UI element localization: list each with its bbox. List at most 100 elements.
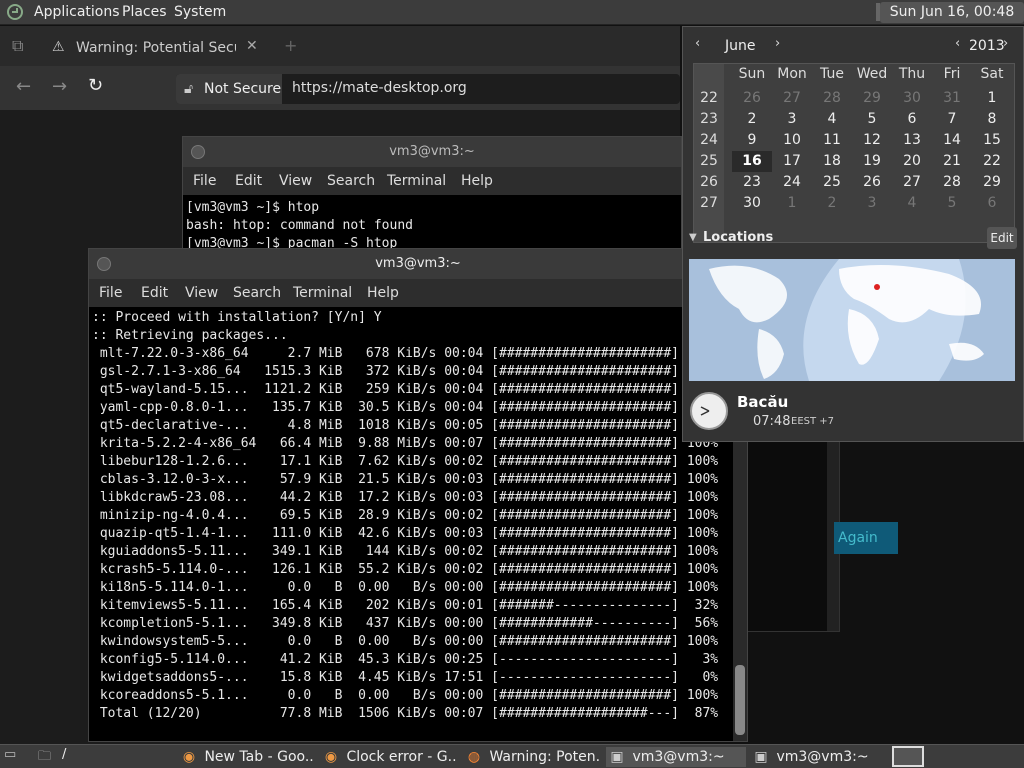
calendar-day[interactable]: 2: [812, 193, 852, 214]
menu-search[interactable]: Search: [233, 285, 281, 301]
calendar-day[interactable]: 30: [732, 193, 772, 214]
edit-locations-button[interactable]: Edit: [987, 227, 1017, 249]
workspace-switcher[interactable]: [892, 746, 924, 767]
city-name: Bacău: [737, 393, 789, 411]
mate-logo-icon[interactable]: [6, 3, 26, 21]
taskbar-item[interactable]: ◉ New Tab - Goo...: [178, 747, 314, 767]
menu-view[interactable]: View: [279, 173, 312, 189]
window-menu-icon[interactable]: [191, 145, 205, 159]
calendar-day[interactable]: 20: [892, 151, 932, 172]
calendar-day[interactable]: 8: [972, 109, 1012, 130]
calendar-day[interactable]: 18: [812, 151, 852, 172]
tab-list-icon[interactable]: ⧉: [12, 36, 23, 56]
folder-icon[interactable]: 🗀︎: [38, 747, 51, 768]
menu-help[interactable]: Help: [461, 173, 493, 189]
taskbar-item[interactable]: ◍ Warning: Poten...: [463, 747, 599, 767]
calendar-day[interactable]: 2: [732, 109, 772, 130]
clock-applet[interactable]: Sun Jun 16, 00:48: [880, 2, 1024, 23]
terminal-output[interactable]: [vm3@vm3 ~]$ htop bash: htop: command not…: [186, 199, 413, 253]
menu-terminal[interactable]: Terminal: [293, 285, 352, 301]
forward-icon[interactable]: →: [52, 76, 67, 97]
calendar-day[interactable]: 31: [932, 88, 972, 109]
calendar-day[interactable]: 5: [932, 193, 972, 214]
calendar-day[interactable]: 6: [972, 193, 1012, 214]
taskbar-item[interactable]: ◉ Clock error - G...: [320, 747, 456, 767]
calendar-day[interactable]: 1: [772, 193, 812, 214]
city-timezone: EEST +7: [791, 416, 835, 427]
menu-edit[interactable]: Edit: [235, 173, 262, 189]
menu-edit[interactable]: Edit: [141, 285, 168, 301]
calendar-day[interactable]: 21: [932, 151, 972, 172]
calendar-day[interactable]: 23: [732, 172, 772, 193]
menu-file[interactable]: File: [99, 285, 122, 301]
calendar-grid[interactable]: Sun Mon Tue Wed Thu Fri Sat 22 26 27 28 29 30 31 1 23 2 3…: [693, 63, 1015, 243]
scrollbar-thumb[interactable]: [735, 665, 745, 735]
not-secure-badge[interactable]: 🔓︎ Not Secure: [176, 74, 282, 104]
calendar-day[interactable]: 12: [852, 130, 892, 151]
calendar-day[interactable]: 27: [772, 88, 812, 109]
show-desktop-icon[interactable]: ▭: [4, 747, 16, 762]
menu-view[interactable]: View: [185, 285, 218, 301]
calendar-day[interactable]: 29: [972, 172, 1012, 193]
new-tab-icon[interactable]: +: [284, 36, 297, 55]
url-field[interactable]: 🔓︎ Not Secure https://mate-desktop.org: [176, 74, 680, 104]
calendar-day[interactable]: 10: [772, 130, 812, 151]
terminal-line: kguiaddons5-5.11... 349.1 KiB 144 KiB/s …: [92, 544, 719, 559]
expander-arrow-icon: ▼: [689, 232, 697, 243]
calendar-day[interactable]: 16: [732, 151, 772, 172]
calendar-day[interactable]: 6: [892, 109, 932, 130]
terminal-window-front[interactable]: vm3@vm3:~ File Edit View Search Terminal…: [88, 248, 748, 742]
calendar-day[interactable]: 30: [892, 88, 932, 109]
prev-year-icon[interactable]: ‹: [955, 36, 960, 51]
menu-help[interactable]: Help: [367, 285, 399, 301]
calendar-day[interactable]: 7: [932, 109, 972, 130]
menu-system[interactable]: System: [174, 4, 226, 20]
calendar-day[interactable]: 1: [972, 88, 1012, 109]
try-again-button[interactable]: Again: [834, 522, 898, 554]
terminal-line: kcoreaddons5-5.1... 0.0 B 0.00 B/s 00:00…: [92, 688, 719, 703]
calendar-day[interactable]: 29: [852, 88, 892, 109]
back-icon[interactable]: ←: [16, 76, 31, 97]
calendar-day[interactable]: 11: [812, 130, 852, 151]
taskbar-item[interactable]: ▣ vm3@vm3:~: [750, 747, 886, 767]
menu-file[interactable]: File: [193, 173, 216, 189]
calendar-day[interactable]: 3: [852, 193, 892, 214]
next-year-icon[interactable]: ›: [1003, 36, 1008, 51]
taskbar-item[interactable]: ▣ vm3@vm3:~: [606, 747, 746, 767]
menu-terminal[interactable]: Terminal: [387, 173, 446, 189]
calendar-day[interactable]: 4: [892, 193, 932, 214]
calendar-day[interactable]: 26: [852, 172, 892, 193]
close-tab-icon[interactable]: ✕: [246, 38, 258, 54]
calendar-day[interactable]: 17: [772, 151, 812, 172]
calendar-day[interactable]: 9: [732, 130, 772, 151]
calendar-day[interactable]: 19: [852, 151, 892, 172]
menu-places[interactable]: Places: [122, 4, 167, 20]
calendar-day[interactable]: 15: [972, 130, 1012, 151]
calendar-day[interactable]: 27: [892, 172, 932, 193]
calendar-day[interactable]: 5: [852, 109, 892, 130]
calendar-day[interactable]: 26: [732, 88, 772, 109]
week-number: 24: [700, 132, 718, 148]
tab-warning[interactable]: ⚠ Warning: Potential Security ✕: [44, 34, 268, 62]
calendar-day[interactable]: 3: [772, 109, 812, 130]
next-month-icon[interactable]: ›: [775, 36, 780, 51]
calendar-day[interactable]: 13: [892, 130, 932, 151]
terminal-window-back[interactable]: vm3@vm3:~ File Edit View Search Terminal…: [182, 136, 682, 251]
title-bar[interactable]: vm3@vm3:~: [89, 249, 747, 279]
menu-applications[interactable]: Applications: [34, 4, 120, 20]
terminal-line: qt5-declarative-... 4.8 MiB 1018 KiB/s 0…: [92, 418, 719, 433]
prev-month-icon[interactable]: ‹: [695, 36, 700, 51]
terminal-output[interactable]: :: Proceed with installation? [Y/n] Y:: …: [92, 309, 718, 723]
calendar-day[interactable]: 4: [812, 109, 852, 130]
reload-icon[interactable]: ↻: [88, 75, 103, 96]
title-bar[interactable]: vm3@vm3:~: [183, 137, 681, 167]
calendar-day[interactable]: 22: [972, 151, 1012, 172]
calendar-day[interactable]: 25: [812, 172, 852, 193]
window-menu-icon[interactable]: [97, 257, 111, 271]
calendar-day[interactable]: 28: [932, 172, 972, 193]
calendar-day[interactable]: 14: [932, 130, 972, 151]
day-name-tue: Tue: [820, 66, 844, 82]
calendar-day[interactable]: 24: [772, 172, 812, 193]
menu-search[interactable]: Search: [327, 173, 375, 189]
calendar-day[interactable]: 28: [812, 88, 852, 109]
